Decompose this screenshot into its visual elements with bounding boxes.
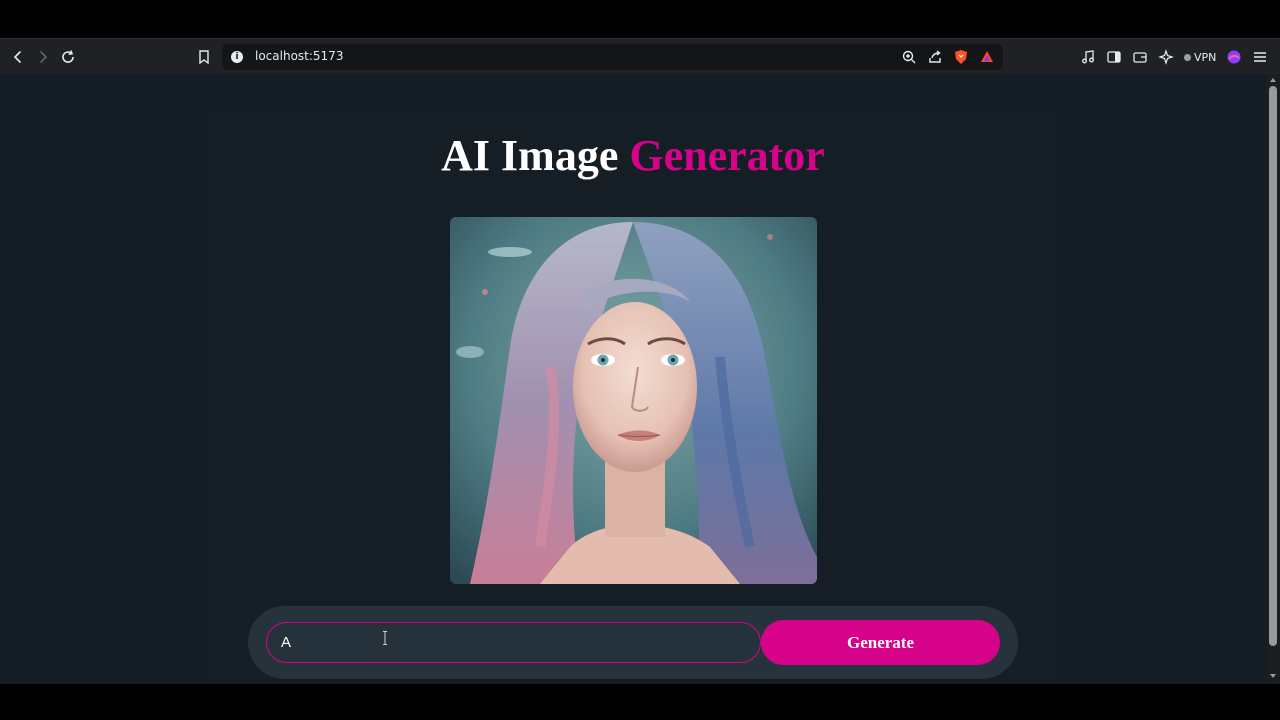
vpn-icon xyxy=(1184,53,1191,61)
menu-icon[interactable] xyxy=(1252,49,1268,65)
title-main: AI Image xyxy=(441,131,619,180)
url-text[interactable]: localhost:5173 xyxy=(255,49,343,63)
page-title: AI Image Generator xyxy=(0,130,1266,181)
leo-icon[interactable] xyxy=(1158,49,1174,65)
brave-rewards-icon[interactable] xyxy=(979,49,995,65)
forward-icon[interactable] xyxy=(32,46,54,68)
profile-icon[interactable] xyxy=(1226,49,1242,65)
music-icon[interactable] xyxy=(1080,49,1096,65)
text-cursor-icon xyxy=(383,631,387,645)
share-icon[interactable] xyxy=(927,49,943,65)
browser-toolbar: i localhost:5173 VPN xyxy=(0,38,1280,74)
page-viewport: AI Image Generator A Generate xyxy=(0,74,1266,684)
prompt-bar: Generate xyxy=(248,606,1018,679)
wallet-icon[interactable] xyxy=(1132,49,1148,65)
scroll-up-icon[interactable] xyxy=(1269,76,1277,84)
vpn-button[interactable]: VPN xyxy=(1184,51,1216,64)
prompt-input[interactable] xyxy=(266,622,761,663)
scrollbar-thumb[interactable] xyxy=(1269,86,1277,646)
brave-shield-icon[interactable] xyxy=(953,49,969,65)
page-scrollbar[interactable] xyxy=(1266,74,1280,684)
scroll-down-icon[interactable] xyxy=(1269,672,1277,680)
reload-icon[interactable] xyxy=(57,46,79,68)
portrait-image xyxy=(450,217,817,584)
generated-image xyxy=(450,217,817,584)
generate-button[interactable]: Generate xyxy=(761,620,1000,665)
vpn-label: VPN xyxy=(1194,50,1217,64)
info-icon[interactable]: i xyxy=(231,51,243,63)
window-top-bar xyxy=(0,0,1280,38)
window-bottom-bar xyxy=(0,684,1280,720)
back-icon[interactable] xyxy=(7,46,29,68)
address-bar[interactable]: i localhost:5173 xyxy=(222,44,1003,70)
zoom-icon[interactable] xyxy=(901,49,917,65)
title-accent: Generator xyxy=(629,131,825,180)
sidebar-icon[interactable] xyxy=(1106,49,1122,65)
bookmark-icon[interactable] xyxy=(193,46,215,68)
